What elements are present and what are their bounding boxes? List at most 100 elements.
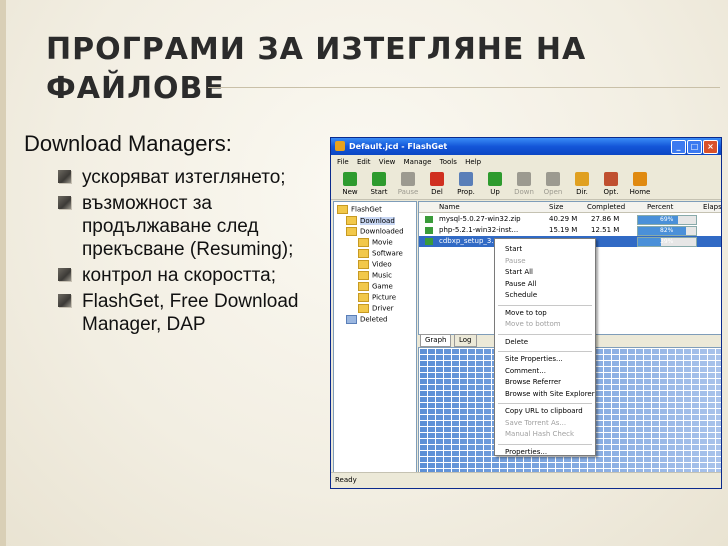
menu-tools[interactable]: Tools [440,158,457,166]
folder-icon [358,271,369,280]
download-status-icon [425,238,433,245]
context-menu-item-site-properties[interactable]: Site Properties... [505,355,563,363]
context-menu-item-pause[interactable]: Pause [505,257,526,265]
tree-item-software[interactable]: Software [358,249,403,258]
tree-item-deleted[interactable]: Deleted [346,315,387,324]
toolbar-home-button[interactable]: Home [627,172,653,196]
toolbar-pause-button[interactable]: Pause [395,172,421,196]
toolbar-open-button[interactable]: Open [540,172,566,196]
toolbar: New Start Pause Del Prop. Up Down Open Dir. Opt. H… [331,169,721,200]
menu-separator [498,351,592,352]
window-titlebar[interactable]: Default.jcd - FlashGet _ □ × [331,138,721,155]
folder-icon [346,227,357,236]
arrow-down-icon [517,172,531,186]
tab-log[interactable]: Log [454,334,477,347]
menu-edit[interactable]: Edit [357,158,371,166]
square-bullet-icon [58,170,71,183]
tree-item-game[interactable]: Game [358,282,393,291]
menu-help[interactable]: Help [465,158,481,166]
tab-graph[interactable]: Graph [420,334,452,347]
status-text: Ready [335,476,357,484]
list-header: Name Size Completed Percent Elaps [419,202,721,213]
square-bullet-icon [58,268,71,281]
delete-x-icon [430,172,444,186]
bullet-text: контрол на скоростта; [82,265,276,286]
close-icon[interactable]: × [703,140,718,154]
progress-percent: 69% [660,216,674,223]
row-completed: 12.51 M [591,226,620,234]
column-percent[interactable]: Percent [647,203,673,211]
home-icon [633,172,647,186]
column-name[interactable]: Name [439,203,460,211]
progress-bar: 82% [637,226,697,236]
toolbar-new-button[interactable]: New [337,172,363,196]
toolbar-start-button[interactable]: Start [366,172,392,196]
context-menu-item-start-all[interactable]: Start All [505,268,533,276]
context-menu-item-comment[interactable]: Comment... [505,367,546,375]
table-row[interactable]: mysql-5.0.27-win32.zip 40.29 M 27.86 M 69% [419,214,721,225]
context-menu-item-manual-hash-check[interactable]: Manual Hash Check [505,430,574,438]
context-menu-item-properties[interactable]: Properties... [505,448,547,456]
bullet-item: FlashGet, Free Download Manager, DAP [56,290,336,336]
folder-icon [358,304,369,313]
tree-item-driver[interactable]: Driver [358,304,394,313]
menu-view[interactable]: View [379,158,396,166]
properties-icon [459,172,473,186]
tree-root[interactable]: FlashGet [337,205,382,214]
progress-percent: 82% [660,227,674,234]
context-menu-item-move-to-top[interactable]: Move to top [505,309,547,317]
folder-icon [346,216,357,225]
toolbar-button-label: Del [431,188,443,196]
tree-item-movie[interactable]: Movie [358,238,393,247]
row-name: mysql-5.0.27-win32.zip [439,215,521,223]
folder-icon [358,282,369,291]
menu-manage[interactable]: Manage [404,158,432,166]
toolbar-button-label: Pause [397,188,419,196]
context-menu-item-browse-referrer[interactable]: Browse Referrer [505,378,561,386]
window-title: Default.jcd - FlashGet [349,142,448,151]
progress-bar: 39% [637,237,697,247]
menu-separator [498,304,592,306]
table-row[interactable]: php-5.2.1-win32-inst... 15.19 M 12.51 M 82% [419,225,721,236]
column-completed[interactable]: Completed [587,203,625,211]
context-menu-item-copy-url-to-clipboard[interactable]: Copy URL to clipboard [505,407,583,415]
bullet-list: ускоряват изтеглянето; възможност за про… [56,166,336,339]
tree-item-video[interactable]: Video [358,260,392,269]
minimize-icon[interactable]: _ [671,140,686,154]
context-menu-item-pause-all[interactable]: Pause All [505,280,537,288]
tree-item-downloaded[interactable]: Downloaded [346,227,404,236]
context-menu-item-schedule[interactable]: Schedule [505,291,537,299]
flashget-app-icon [335,141,345,151]
toolbar-button-label: Down [514,188,534,196]
progress-fill [638,238,661,246]
toolbar-prop-button[interactable]: Prop. [453,172,479,196]
menu-separator [498,403,592,404]
download-status-icon [425,216,433,223]
start-play-icon [372,172,386,186]
toolbar-del-button[interactable]: Del [424,172,450,196]
row-size: 40.29 M [549,215,578,223]
toolbar-button-label: Prop. [457,188,475,196]
context-menu-item-move-to-bottom[interactable]: Move to bottom [505,320,561,328]
column-size[interactable]: Size [549,203,563,211]
square-bullet-icon [58,294,71,307]
maximize-icon[interactable]: □ [687,140,702,154]
toolbar-dir-button[interactable]: Dir. [569,172,595,196]
folder-icon [358,293,369,302]
context-menu-item-browse-with-site-explorer[interactable]: Browse with Site Explorer [505,390,595,398]
menu-file[interactable]: File [337,158,349,166]
toolbar-opt-button[interactable]: Opt. [598,172,624,196]
tree-item-picture[interactable]: Picture [358,293,396,302]
toolbar-up-button[interactable]: Up [482,172,508,196]
tree-item-download[interactable]: Download [346,216,395,225]
context-menu-item-delete[interactable]: Delete [505,338,528,346]
bullet-item: контрол на скоростта; [56,264,336,287]
column-elapsed[interactable]: Elaps [703,203,721,211]
context-menu-item-start[interactable]: Start [505,245,522,253]
slide-left-border [0,0,6,546]
tree-item-music[interactable]: Music [358,271,392,280]
toolbar-down-button[interactable]: Down [511,172,537,196]
context-menu-item-save-torrent-as[interactable]: Save Torrent As... [505,419,566,427]
bullet-item: ускоряват изтеглянето; [56,166,336,189]
open-arrow-icon [546,172,560,186]
